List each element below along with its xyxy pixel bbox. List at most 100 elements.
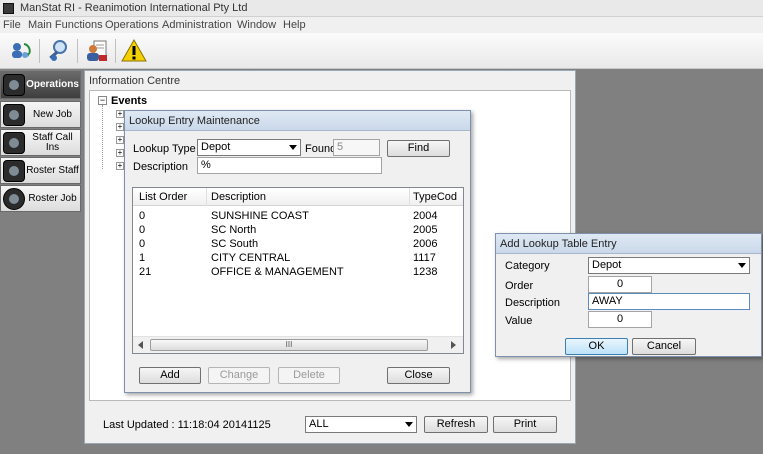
menu-file[interactable]: File: [3, 19, 21, 31]
close-button[interactable]: Close: [387, 367, 450, 384]
found-count-field: 5: [333, 139, 380, 156]
search-button[interactable]: [44, 36, 74, 66]
delete-button[interactable]: Delete: [278, 367, 340, 384]
lookup-type-dropdown[interactable]: Depot: [197, 139, 301, 156]
menu-window[interactable]: Window: [237, 19, 276, 31]
toolbar-separator: [115, 39, 116, 63]
menu-main-functions[interactable]: Main Functions: [28, 19, 103, 31]
window-titlebar: ManStat RI - Reanimotion International P…: [0, 0, 763, 17]
value-label: Value: [505, 315, 533, 327]
column-divider[interactable]: [206, 188, 207, 206]
table-row[interactable]: 1 CITY CENTRAL 1117: [133, 252, 463, 265]
refresh-users-button[interactable]: [6, 36, 36, 66]
scroll-right-icon[interactable]: [451, 341, 456, 349]
sidebar-item-label: Operations: [26, 79, 79, 90]
sidebar-item-roster-job[interactable]: Roster Job: [0, 185, 81, 212]
add-lookup-table-entry-dialog: Add Lookup Table Entry Category Depot Or…: [495, 233, 762, 357]
lookup-type-value: Depot: [201, 141, 231, 153]
dialog-title: Add Lookup Table Entry: [500, 238, 617, 250]
scroll-thumb[interactable]: III: [150, 339, 428, 351]
description-field[interactable]: AWAY: [588, 293, 750, 310]
staff-call-ins-icon: [3, 131, 25, 154]
description-label: Description: [133, 161, 189, 173]
dialog-title: Lookup Entry Maintenance: [129, 115, 260, 127]
roster-job-icon: [3, 187, 25, 210]
order-field[interactable]: 0: [588, 276, 652, 293]
window-title: ManStat RI - Reanimotion International P…: [20, 2, 248, 14]
category-value: Depot: [592, 259, 622, 271]
tree-root-label[interactable]: Events: [111, 95, 147, 107]
find-button[interactable]: Find: [387, 140, 450, 157]
last-updated-text: Last Updated : 11:18:04 20141125: [103, 419, 271, 431]
toolbar-separator: [77, 39, 78, 63]
sidebar-item-label: Roster Job: [28, 192, 77, 204]
sidebar-item-label: Staff Call Ins: [32, 131, 73, 153]
new-job-icon: [3, 103, 25, 126]
tree-expand-toggle[interactable]: +: [116, 149, 124, 157]
cell-order: 0: [139, 224, 146, 236]
description-label: Description: [505, 297, 561, 309]
horizontal-scrollbar[interactable]: III: [133, 336, 463, 353]
add-button[interactable]: Add: [139, 367, 201, 384]
refresh-button[interactable]: Refresh: [424, 416, 488, 433]
value-field[interactable]: 0: [588, 311, 652, 328]
sidebar-item-label: New Job: [33, 108, 72, 120]
lookup-type-label: Lookup Type: [133, 143, 196, 155]
table-row[interactable]: 0 SC South 2006: [133, 238, 463, 251]
ok-button[interactable]: OK: [565, 338, 628, 355]
menu-operations[interactable]: Operations: [105, 19, 159, 31]
cell-description: CITY CENTRAL: [211, 252, 291, 264]
operations-icon: [3, 74, 25, 96]
cell-order: 1: [139, 252, 146, 264]
filter-value: ALL: [309, 418, 329, 430]
tree-expand-toggle[interactable]: +: [116, 110, 124, 118]
chevron-down-icon: [738, 263, 746, 268]
dialog-titlebar[interactable]: Lookup Entry Maintenance: [125, 111, 470, 131]
table-row[interactable]: 21 OFFICE & MANAGEMENT 1238: [133, 266, 463, 279]
tree-expand-toggle[interactable]: +: [116, 123, 124, 131]
cancel-button[interactable]: Cancel: [632, 338, 696, 355]
category-label: Category: [505, 260, 550, 272]
column-header-description[interactable]: Description: [211, 191, 266, 203]
cell-description: OFFICE & MANAGEMENT: [211, 266, 344, 278]
sidebar-item-roster-staff[interactable]: Roster Staff: [0, 157, 81, 184]
cell-description: SC North: [211, 224, 257, 236]
tree-collapse-toggle[interactable]: −: [98, 96, 107, 105]
list-header: List Order Description TypeCod: [133, 188, 463, 206]
tree-expand-toggle[interactable]: +: [116, 162, 124, 170]
print-button[interactable]: Print: [493, 416, 557, 433]
menu-bar: File Main Functions Operations Administr…: [0, 17, 763, 33]
scroll-left-icon[interactable]: [138, 341, 143, 349]
column-divider[interactable]: [409, 188, 410, 206]
cell-typecode: 1238: [413, 266, 438, 278]
column-header-list-order[interactable]: List Order: [139, 191, 187, 203]
menu-help[interactable]: Help: [283, 19, 306, 31]
panel-title: Information Centre: [89, 75, 181, 87]
user-report-button[interactable]: [82, 36, 112, 66]
chevron-down-icon: [405, 422, 413, 427]
sidebar-item-staff-call-ins[interactable]: Staff Call Ins: [0, 129, 81, 156]
sidebar-item-new-job[interactable]: New Job: [0, 101, 81, 128]
change-button[interactable]: Change: [208, 367, 270, 384]
cell-description: SC South: [211, 238, 259, 250]
sidebar: Operations New Job Staff Call Ins Roster…: [0, 70, 81, 454]
chevron-down-icon: [289, 145, 297, 150]
cell-typecode: 1117: [413, 252, 436, 264]
search-icon: [49, 40, 67, 61]
warning-button[interactable]: [119, 36, 149, 66]
dialog-titlebar[interactable]: Add Lookup Table Entry: [496, 234, 761, 254]
filter-dropdown[interactable]: ALL: [305, 416, 417, 433]
cell-typecode: 2006: [413, 238, 438, 250]
tree-expand-toggle[interactable]: +: [116, 136, 124, 144]
description-search-input[interactable]: %: [197, 157, 382, 174]
table-row[interactable]: 0 SUNSHINE COAST 2004: [133, 210, 463, 223]
table-row[interactable]: 0 SC North 2005: [133, 224, 463, 237]
roster-staff-icon: [3, 159, 25, 182]
cell-typecode: 2005: [413, 224, 438, 236]
menu-administration[interactable]: Administration: [162, 19, 232, 31]
cell-order: 21: [139, 266, 152, 278]
lookup-entries-list[interactable]: List Order Description TypeCod 0 SUNSHIN…: [132, 187, 464, 354]
column-header-typecode[interactable]: TypeCod: [413, 191, 457, 203]
sidebar-item-operations[interactable]: Operations: [0, 71, 81, 99]
category-dropdown[interactable]: Depot: [588, 257, 750, 274]
